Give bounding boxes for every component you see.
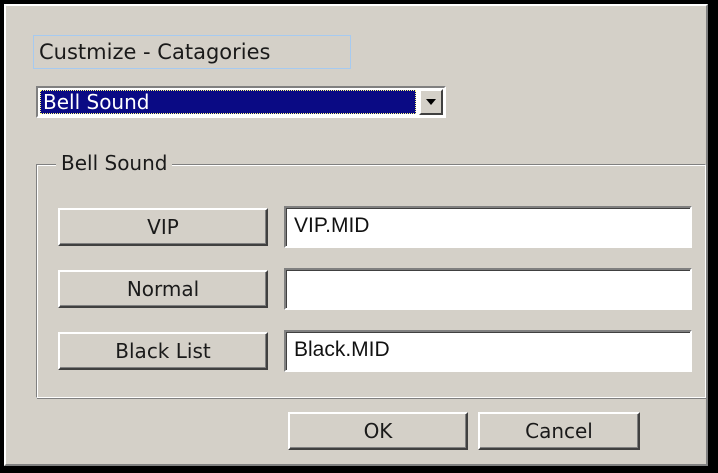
vip-button[interactable]: VIP bbox=[58, 208, 268, 246]
black-list-button[interactable]: Black List bbox=[58, 332, 268, 370]
normal-button[interactable]: Normal bbox=[58, 270, 268, 308]
cancel-button[interactable]: Cancel bbox=[478, 412, 640, 450]
category-dropdown-button[interactable] bbox=[419, 89, 443, 115]
category-select[interactable]: Bell Sound bbox=[36, 86, 446, 118]
vip-sound-field[interactable]: VIP.MID bbox=[284, 206, 692, 248]
ok-button[interactable]: OK bbox=[288, 412, 468, 450]
group-title: Bell Sound bbox=[56, 151, 173, 175]
category-select-value[interactable]: Bell Sound bbox=[40, 90, 416, 114]
normal-sound-field[interactable] bbox=[284, 268, 692, 310]
chevron-down-icon bbox=[426, 99, 436, 105]
categories-label: Custmize - Catagories bbox=[33, 35, 351, 69]
customize-dialog: Custmize - Catagories Bell Sound Bell So… bbox=[4, 4, 708, 466]
black-list-sound-field[interactable]: Black.MID bbox=[284, 330, 692, 372]
